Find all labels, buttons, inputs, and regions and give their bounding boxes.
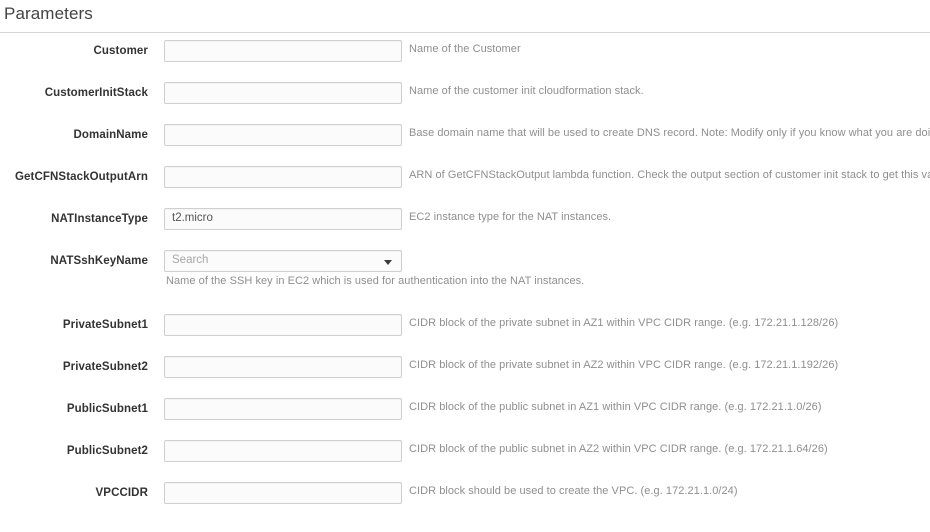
parameters-page: Parameters Customer Name of the Customer C… <box>0 0 930 532</box>
parameter-select[interactable]: Search <box>164 250 402 272</box>
parameter-row: PrivateSubnet2 CIDR block of the private … <box>0 350 930 392</box>
parameter-input[interactable] <box>164 166 402 188</box>
parameter-description: EC2 instance type for the NAT instances. <box>409 211 612 223</box>
parameter-label: Customer <box>93 45 148 57</box>
parameter-description: CIDR block of the private subnet in AZ2 … <box>409 359 839 371</box>
parameter-row: PrivateSubnet1 CIDR block of the private … <box>0 308 930 350</box>
parameter-input[interactable] <box>164 440 402 462</box>
parameter-row: NATSshKeyName Search Name of the SSH key i… <box>0 244 930 308</box>
parameter-row: GetCFNStackOutputArn ARN of GetCFNStackOu… <box>0 160 930 202</box>
parameter-row: PublicSubnet1 CIDR block of the public su… <box>0 392 930 434</box>
parameter-row: DomainName Base domain name that will be … <box>0 118 930 160</box>
parameter-description: CIDR block of the private subnet in AZ1 … <box>409 317 839 329</box>
parameter-label: PrivateSubnet1 <box>62 319 148 331</box>
parameter-label: NATInstanceType <box>51 213 148 225</box>
parameter-label: PrivateSubnet2 <box>62 361 148 373</box>
parameter-description: ARN of GetCFNStackOutput lambda function… <box>409 169 930 181</box>
parameter-description: Base domain name that will be used to cr… <box>409 127 930 139</box>
chevron-down-icon[interactable] <box>384 260 392 265</box>
parameter-label: CustomerInitStack <box>44 87 148 99</box>
parameter-label: GetCFNStackOutputArn <box>15 171 148 183</box>
parameters-form: Customer Name of the Customer CustomerInit… <box>0 34 930 518</box>
parameter-label: NATSshKeyName <box>50 255 148 267</box>
parameter-row: CustomerInitStack Name of the customer in… <box>0 76 930 118</box>
parameter-input[interactable] <box>164 40 402 62</box>
parameter-input[interactable] <box>164 314 402 336</box>
parameter-input[interactable] <box>164 82 402 104</box>
section-header: Parameters <box>0 0 930 34</box>
parameter-description: CIDR block of the public subnet in AZ2 w… <box>409 443 828 455</box>
parameter-input[interactable]: t2.micro <box>164 208 402 230</box>
parameter-description: Name of the customer init cloudformation… <box>409 85 644 97</box>
parameter-value: t2.micro <box>172 212 213 224</box>
parameter-description: CIDR block should be used to create the … <box>409 485 738 497</box>
parameter-input[interactable] <box>164 482 402 504</box>
parameter-row: PublicSubnet2 CIDR block of the public su… <box>0 434 930 476</box>
parameter-description: CIDR block of the public subnet in AZ1 w… <box>409 401 822 413</box>
parameter-sub-description: Name of the SSH key in EC2 which is used… <box>166 275 585 287</box>
parameter-row: NATInstanceType t2.micro EC2 instance type… <box>0 202 930 244</box>
parameter-row: VPCCIDR CIDR block should be used to crea… <box>0 476 930 518</box>
parameter-input[interactable] <box>164 124 402 146</box>
parameter-label: VPCCIDR <box>95 487 148 499</box>
parameter-input[interactable] <box>164 356 402 378</box>
parameter-description: Name of the Customer <box>409 43 521 55</box>
parameter-input[interactable] <box>164 398 402 420</box>
parameter-label: DomainName <box>73 129 148 141</box>
header-divider <box>0 32 930 33</box>
page-title: Parameters <box>4 4 93 23</box>
parameter-label: PublicSubnet1 <box>66 403 148 415</box>
parameter-placeholder: Search <box>172 254 209 266</box>
parameter-row: Customer Name of the Customer <box>0 34 930 76</box>
parameter-label: PublicSubnet2 <box>66 445 148 457</box>
